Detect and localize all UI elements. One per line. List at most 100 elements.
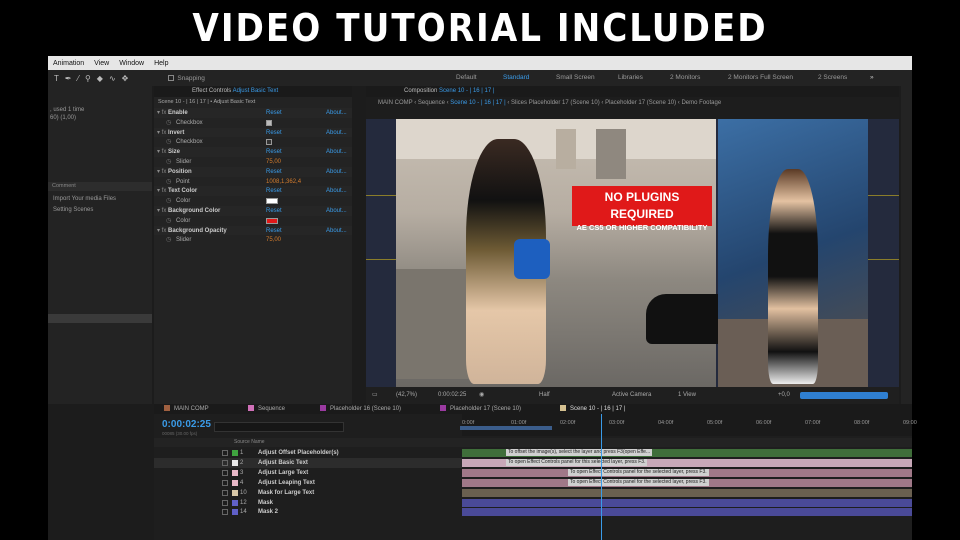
layer-label-color[interactable]: [232, 450, 238, 456]
snapshot-icon[interactable]: ◉: [479, 387, 484, 404]
stopwatch-icon[interactable]: ◷: [166, 177, 171, 187]
param-checkbox[interactable]: [266, 139, 272, 146]
resolution-dropdown[interactable]: Half: [539, 387, 550, 404]
stopwatch-icon[interactable]: ◷: [166, 137, 171, 147]
layer-duration-bar[interactable]: To open Effect Controls panel for the se…: [462, 478, 912, 487]
layer-label-color[interactable]: [232, 479, 238, 486]
timeline-layer-row[interactable]: 14 Mask 2: [154, 507, 462, 517]
playhead[interactable]: [601, 414, 602, 540]
pen-tool-icon[interactable]: ✒: [65, 74, 72, 83]
layer-visibility-toggle[interactable]: [222, 509, 228, 516]
exposure-value[interactable]: +0,0: [778, 387, 790, 404]
monitor-icon[interactable]: ▭: [372, 387, 378, 404]
layer-name[interactable]: Mask: [258, 498, 273, 508]
layer-duration-bar[interactable]: To offset the image(s), select the layer…: [462, 449, 912, 457]
effect-param-row[interactable]: ◷ Slider 75,00: [154, 157, 352, 167]
crumb-placeholder-17[interactable]: Placeholder 17 (Scene 10): [605, 100, 676, 106]
stopwatch-icon[interactable]: ◷: [166, 157, 171, 167]
timeline-layer-row[interactable]: 12 Mask: [154, 498, 462, 508]
layer-visibility-toggle[interactable]: [222, 479, 228, 486]
workspace-default[interactable]: Default: [456, 70, 477, 86]
effect-row[interactable]: ▾ fx Enable Reset About...: [154, 108, 352, 118]
workspace-2-screens[interactable]: 2 Screens: [818, 70, 847, 86]
brush-tool-icon[interactable]: ⁄: [78, 74, 79, 83]
expand-triangle-icon[interactable]: ▾ fx: [157, 167, 166, 177]
type-tool-icon[interactable]: T: [54, 74, 59, 83]
expand-triangle-icon[interactable]: ▾ fx: [157, 128, 166, 138]
effect-about-link[interactable]: About...: [326, 226, 347, 236]
effect-controls-tab[interactable]: Effect Controls Adjust Basic Text: [154, 86, 352, 97]
tab-main-comp[interactable]: MAIN COMP: [164, 404, 209, 414]
effect-about-link[interactable]: About...: [326, 108, 347, 118]
layer-label-color[interactable]: [232, 499, 238, 506]
effect-reset-link[interactable]: Reset: [266, 226, 282, 236]
active-camera-dropdown[interactable]: Active Camera: [612, 387, 651, 404]
effect-reset-link[interactable]: Reset: [266, 206, 282, 216]
param-value[interactable]: 75,00: [266, 157, 281, 167]
effect-reset-link[interactable]: Reset: [266, 167, 282, 177]
layer-label-color[interactable]: [232, 509, 238, 516]
effect-reset-link[interactable]: Reset: [266, 186, 282, 196]
project-item[interactable]: Setting Scenes: [48, 205, 152, 215]
effect-about-link[interactable]: About...: [326, 186, 347, 196]
layer-name[interactable]: Adjust Leaping Text: [258, 478, 315, 488]
workspace-libraries[interactable]: Libraries: [618, 70, 643, 86]
tab-sequence[interactable]: Sequence: [248, 404, 285, 414]
param-value[interactable]: 1008,1,362,4: [266, 177, 301, 187]
effect-param-row[interactable]: ◷ Checkbox: [154, 137, 352, 147]
tab-placeholder-17[interactable]: Placeholder 17 (Scene 10): [440, 404, 521, 414]
expand-triangle-icon[interactable]: ▾ fx: [157, 186, 166, 196]
effect-param-row[interactable]: ◷ Color: [154, 216, 352, 226]
layer-name[interactable]: Adjust Basic Text: [258, 458, 308, 468]
color-swatch[interactable]: [266, 198, 278, 205]
expand-triangle-icon[interactable]: ▾ fx: [157, 226, 166, 236]
layer-visibility-toggle[interactable]: [222, 489, 228, 496]
layer-label-color[interactable]: [232, 489, 238, 496]
effect-about-link[interactable]: About...: [326, 167, 347, 177]
snapping-checkbox[interactable]: [168, 75, 175, 81]
menu-help[interactable]: Help: [154, 60, 168, 67]
workspace-2-monitors[interactable]: 2 Monitors: [670, 70, 700, 86]
effect-about-link[interactable]: About...: [326, 128, 347, 138]
layer-visibility-toggle[interactable]: [222, 459, 228, 466]
effect-reset-link[interactable]: Reset: [266, 147, 282, 157]
view-layout-dropdown[interactable]: 1 View: [678, 387, 696, 404]
effect-row[interactable]: ▾ fx Text Color Reset About...: [154, 186, 352, 197]
effect-param-row[interactable]: ◷ Slider 75,00: [154, 235, 352, 245]
color-swatch[interactable]: [266, 217, 278, 224]
layer-label-color[interactable]: [232, 469, 238, 476]
comment-column-header[interactable]: Comment: [48, 182, 152, 191]
zoom-dropdown[interactable]: (42,7%): [396, 387, 417, 404]
crumb-slices-placeholder[interactable]: Slices Placeholder 17 (Scene 10): [511, 100, 600, 106]
more-workspaces-icon[interactable]: »: [870, 70, 874, 86]
layer-duration-bar[interactable]: [462, 488, 912, 497]
layer-name[interactable]: Adjust Large Text: [258, 468, 308, 478]
layer-visibility-toggle[interactable]: [222, 469, 228, 476]
timeline-layer-row[interactable]: 3 Adjust Large Text: [154, 468, 462, 478]
workspace-2-monitors-full[interactable]: 2 Monitors Full Screen: [728, 70, 793, 86]
layer-duration-bar[interactable]: To open Effect Controls panel for the se…: [462, 468, 912, 477]
stopwatch-icon[interactable]: ◷: [166, 216, 171, 226]
layer-visibility-toggle[interactable]: [222, 499, 228, 506]
selected-project-row[interactable]: [48, 314, 152, 323]
expand-triangle-icon[interactable]: ▾ fx: [157, 206, 166, 216]
menu-animation[interactable]: Animation: [53, 60, 84, 67]
effect-param-row[interactable]: ◷ Checkbox: [154, 118, 352, 128]
timeline-current-time[interactable]: 0:00:02:25: [162, 419, 211, 430]
effect-row[interactable]: ▾ fx Size Reset About...: [154, 147, 352, 157]
effect-row[interactable]: ▾ fx Position Reset About...: [154, 166, 352, 177]
time-ruler[interactable]: 0:00f 01:00f 02:00f 03:00f 04:00f 05:00f 06:00…: [462, 414, 917, 436]
workspace-small-screen[interactable]: Small Screen: [556, 70, 595, 86]
menu-window[interactable]: Window: [119, 60, 144, 67]
crumb-sequence[interactable]: Sequence: [418, 100, 445, 106]
stopwatch-icon[interactable]: ◷: [166, 235, 171, 245]
timeline-layer-row[interactable]: 10 Mask for Large Text: [154, 488, 462, 498]
tab-placeholder-16[interactable]: Placeholder 16 (Scene 10): [320, 404, 401, 414]
effect-reset-link[interactable]: Reset: [266, 108, 282, 118]
tab-scene-10[interactable]: Scene 10 - | 16 | 17 |: [560, 404, 625, 414]
roto-tool-icon[interactable]: ∿: [109, 74, 116, 83]
project-item[interactable]: Import Your media Files: [48, 194, 152, 204]
menu-view[interactable]: View: [94, 60, 109, 67]
stamp-tool-icon[interactable]: ⚲: [85, 74, 91, 83]
effect-param-row[interactable]: ◷ Point 1008,1,362,4: [154, 177, 352, 187]
